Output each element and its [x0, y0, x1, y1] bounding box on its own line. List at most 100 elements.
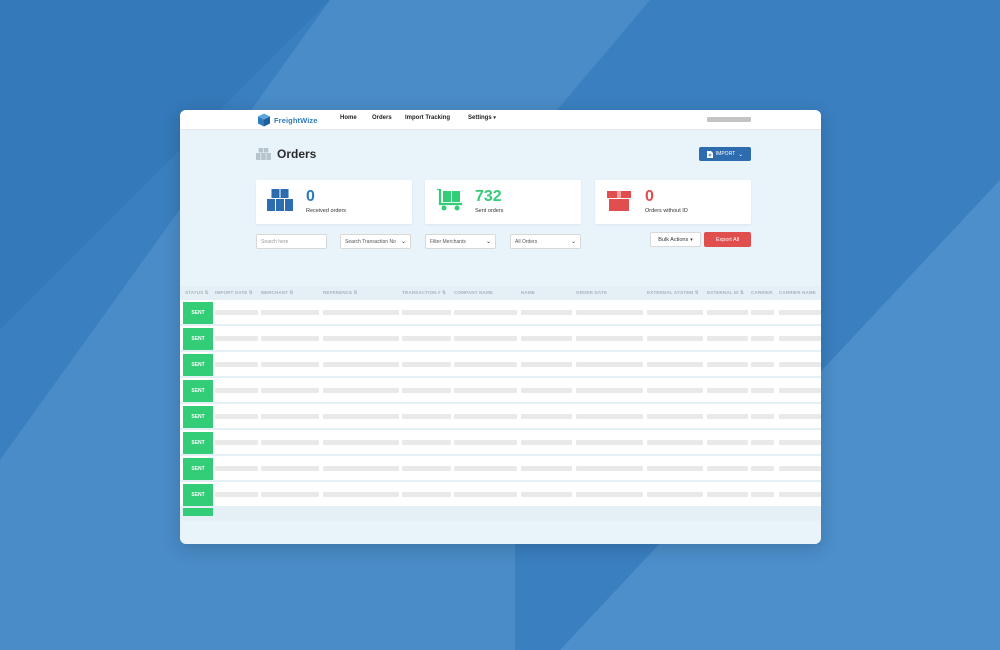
stat-card-received: 0 Received orders	[256, 180, 412, 224]
status-badge: SENT	[183, 380, 213, 402]
cell-placeholder	[261, 362, 319, 367]
cell-placeholder	[751, 466, 774, 471]
cell-placeholder	[454, 414, 517, 419]
cell-placeholder	[751, 336, 774, 341]
stat-card-without-id: 0 Orders without ID	[595, 180, 751, 224]
column-header-import-date[interactable]: IMPORT DATE ⇅	[215, 290, 253, 296]
cell-placeholder	[647, 310, 703, 315]
orders-without-id-count: 0	[645, 188, 654, 205]
transaction-select[interactable]: Search Transaction No ⌄	[340, 234, 411, 249]
cell-placeholder	[215, 336, 258, 341]
column-header-transaction[interactable]: TRANSACTION # ⇅	[402, 290, 446, 296]
search-input[interactable]: Search here	[256, 234, 327, 249]
nav-orders[interactable]: Orders	[372, 115, 392, 121]
cell-placeholder	[751, 414, 774, 419]
caret-down-icon: ▾	[493, 115, 496, 121]
table-row[interactable]: SENT	[180, 352, 821, 378]
cell-placeholder	[521, 414, 572, 419]
status-badge: SENT	[183, 302, 213, 324]
status-badge: SENT	[183, 406, 213, 428]
cell-placeholder	[402, 414, 451, 419]
cell-placeholder	[647, 362, 703, 367]
page-header: Orders	[256, 147, 316, 161]
page-title: Orders	[277, 147, 317, 161]
table-row[interactable]: SENT	[180, 378, 821, 404]
bulk-actions-button[interactable]: Bulk Actions ▾	[650, 232, 701, 247]
cell-placeholder	[647, 466, 703, 471]
cell-placeholder	[323, 492, 399, 497]
stat-card-sent: 732 Sent orders	[425, 180, 581, 224]
import-button[interactable]: IMPORT ⌄	[699, 147, 751, 161]
cell-placeholder	[707, 414, 748, 419]
column-header-reference[interactable]: REFERENCE ⇅	[323, 290, 358, 296]
cell-placeholder	[521, 440, 572, 445]
table-row[interactable]: SENT	[180, 430, 821, 456]
box-icon	[607, 191, 631, 211]
cell-placeholder	[751, 492, 774, 497]
cell-placeholder	[521, 362, 572, 367]
top-navbar: FreightWize Home Orders Import Tracking …	[180, 110, 821, 130]
export-all-button[interactable]: Export All	[704, 232, 751, 247]
merchant-select[interactable]: Filter Merchants ⌄	[425, 234, 496, 249]
cell-placeholder	[751, 310, 774, 315]
cell-placeholder	[261, 466, 319, 471]
chevron-down-icon: ⌄	[738, 151, 744, 158]
cell-placeholder	[323, 336, 399, 341]
cell-placeholder	[779, 388, 821, 393]
brand-name: FreightWize	[274, 115, 318, 125]
cell-placeholder	[521, 310, 572, 315]
brand[interactable]: FreightWize	[257, 112, 318, 128]
cell-placeholder	[576, 336, 643, 341]
column-header-merchant[interactable]: MERCHANT ⇅	[261, 290, 293, 296]
app-window: FreightWize Home Orders Import Tracking …	[180, 110, 821, 544]
table-row[interactable]: SENT	[180, 300, 821, 326]
orders-select[interactable]: All Orders ⌄	[510, 234, 581, 249]
chevron-down-icon: ⌄	[570, 239, 576, 245]
cell-placeholder	[261, 414, 319, 419]
file-import-icon	[706, 150, 713, 158]
cell-placeholder	[779, 466, 821, 471]
orders-icon	[256, 148, 271, 160]
table-row[interactable]: SENT	[180, 456, 821, 482]
cell-placeholder	[779, 440, 821, 445]
cell-placeholder	[454, 336, 517, 341]
cell-placeholder	[261, 440, 319, 445]
user-menu[interactable]	[707, 117, 751, 122]
cell-placeholder	[215, 310, 258, 315]
cell-placeholder	[576, 466, 643, 471]
column-header-external-id[interactable]: EXTERNAL ID ⇅	[707, 290, 744, 296]
cell-placeholder	[647, 414, 703, 419]
table-row[interactable]: SENT	[180, 404, 821, 430]
status-badge: SENT	[183, 354, 213, 376]
status-badge: SENT	[183, 484, 213, 506]
cell-placeholder	[261, 336, 319, 341]
cell-placeholder	[323, 466, 399, 471]
cell-placeholder	[454, 466, 517, 471]
orders-table: STATUS ⇅ IMPORT DATE ⇅ MERCHANT ⇅ REFERE…	[180, 286, 821, 521]
cell-placeholder	[454, 310, 517, 315]
status-badge-partial	[183, 508, 213, 516]
nav-settings[interactable]: Settings ▾	[468, 115, 496, 121]
cell-placeholder	[215, 492, 258, 497]
status-badge: SENT	[183, 458, 213, 480]
nav-home[interactable]: Home	[340, 115, 357, 121]
column-header-carrier-name: CARRIER NAME	[779, 290, 816, 295]
merchant-select-label: Filter Merchants	[430, 238, 466, 245]
column-header-external-system[interactable]: EXTERNAL SYSTEM ⇅	[647, 290, 699, 296]
chevron-down-icon: ⌄	[485, 239, 491, 245]
cell-placeholder	[576, 362, 643, 367]
status-badge: SENT	[183, 328, 213, 350]
cell-placeholder	[707, 466, 748, 471]
table-row[interactable]: SENT	[180, 326, 821, 352]
cell-placeholder	[261, 310, 319, 315]
cell-placeholder	[402, 440, 451, 445]
cell-placeholder	[215, 466, 258, 471]
cell-placeholder	[707, 362, 748, 367]
cell-placeholder	[751, 440, 774, 445]
column-header-status[interactable]: STATUS ⇅	[185, 290, 209, 296]
cell-placeholder	[576, 440, 643, 445]
cell-placeholder	[323, 388, 399, 393]
nav-import-tracking[interactable]: Import Tracking	[405, 115, 450, 121]
table-row[interactable]: SENT	[180, 482, 821, 508]
orders-without-id-label: Orders without ID	[645, 208, 688, 214]
